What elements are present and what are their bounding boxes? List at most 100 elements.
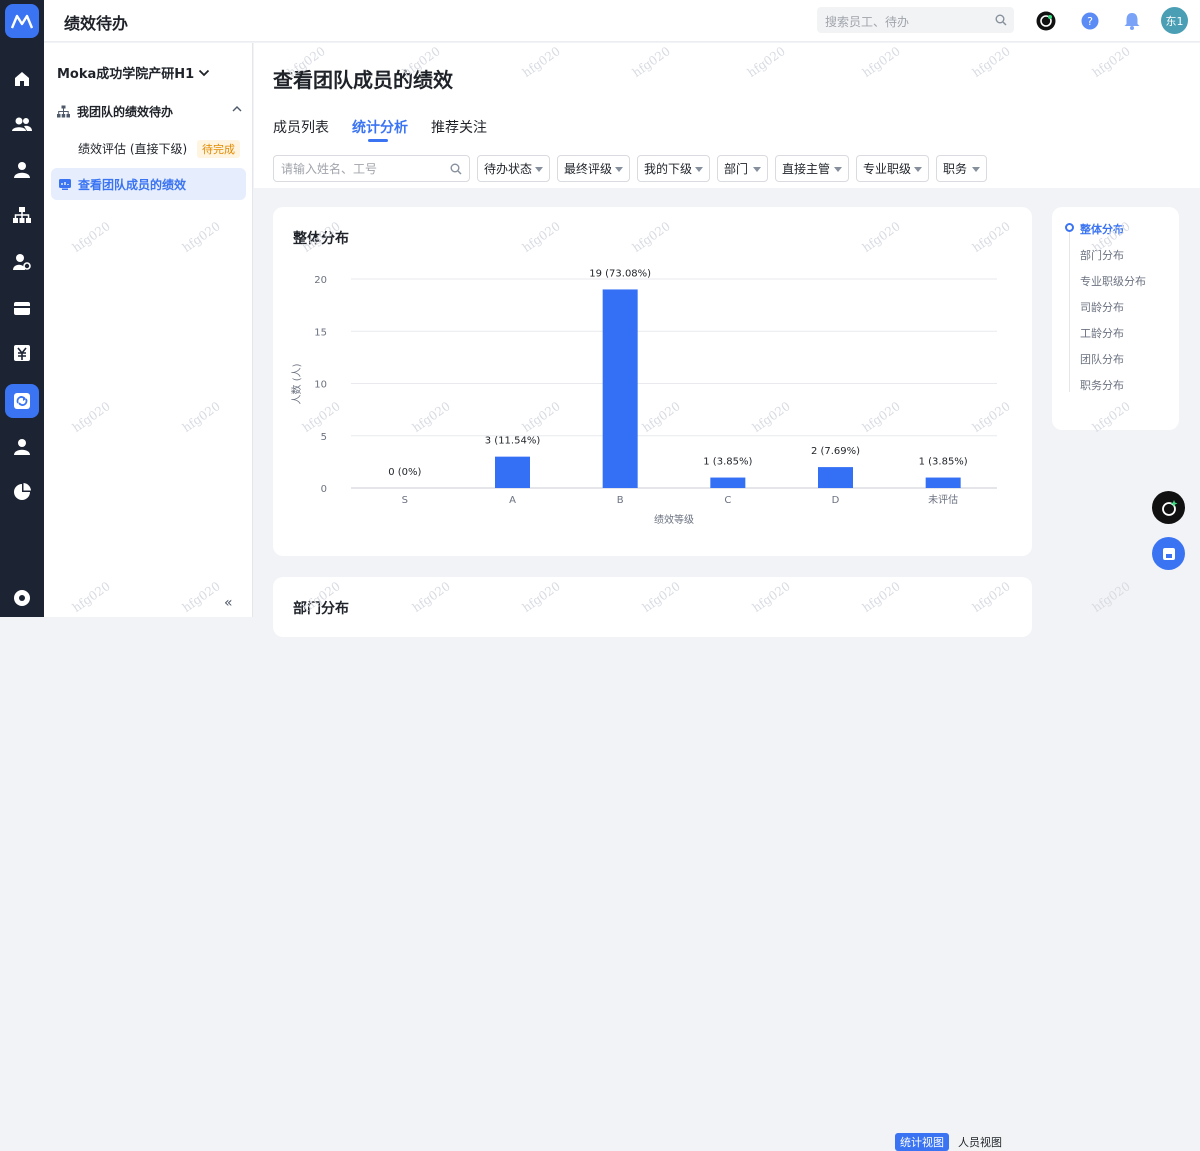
nav-item-overall[interactable]: 整体分布 [1080, 221, 1124, 237]
x-tick-label: D [832, 495, 840, 506]
ai-assistant-icon[interactable] [1036, 11, 1056, 31]
caret-down-icon [535, 167, 543, 172]
sidebar: Moka成功学院产研H1 我团队的绩效待办 绩效评估 (直接下级) 待完成 查看… [44, 43, 253, 617]
caret-down-icon [914, 167, 922, 172]
salary-icon[interactable] [10, 341, 34, 365]
performance-icon[interactable] [5, 384, 39, 418]
search-input[interactable]: 搜索员工、待办 [817, 7, 1014, 33]
org-selector[interactable]: Moka成功学院产研H1 [57, 63, 210, 82]
ai-sparkle-icon [1161, 499, 1177, 516]
person-icon[interactable] [10, 158, 34, 182]
caret-down-icon [972, 167, 980, 172]
caret-down-icon [615, 167, 623, 172]
caret-down-icon [834, 167, 842, 172]
bar [602, 289, 638, 488]
chevron-down-icon [199, 69, 210, 76]
org-tree-icon [57, 105, 70, 118]
page-header: 查看团队成员的绩效 成员列表 统计分析 推荐关注 待办状态 最终评级 我的下级 … [254, 43, 1200, 188]
nav-item-team[interactable]: 团队分布 [1080, 351, 1124, 367]
people-view-toggle[interactable]: 人员视图 [953, 1133, 1007, 1151]
moka-logo-icon[interactable] [5, 4, 39, 38]
stats-view-toggle[interactable]: 统计视图 [895, 1133, 949, 1151]
nav-item-department[interactable]: 部门分布 [1080, 247, 1124, 263]
calendar-icon[interactable] [10, 296, 34, 320]
sidebar-item-team-performance[interactable]: 查看团队成员的绩效 [51, 168, 246, 200]
sidebar-item-label: 查看团队成员的绩效 [78, 177, 187, 192]
org-name: Moka成功学院产研H1 [57, 67, 195, 82]
x-tick-label: C [724, 495, 731, 506]
sidebar-item-review-direct[interactable]: 绩效评估 (直接下级) [78, 140, 187, 157]
filter-label: 直接主管 [782, 162, 831, 176]
ai-assistant-button[interactable] [1152, 491, 1185, 524]
main-content: 查看团队成员的绩效 成员列表 统计分析 推荐关注 待办状态 最终评级 我的下级 … [254, 43, 1200, 1151]
section-nav: 整体分布 部门分布 专业职级分布 司龄分布 工龄分布 团队分布 职务分布 [1052, 207, 1179, 430]
y-tick-label: 15 [314, 327, 327, 338]
card-title: 部门分布 [293, 601, 349, 617]
nav-item-level[interactable]: 专业职级分布 [1080, 273, 1146, 289]
caret-down-icon [753, 167, 761, 172]
search-placeholder: 搜索员工、待办 [825, 15, 910, 29]
filter-professional-level[interactable]: 专业职级 [856, 155, 929, 182]
y-tick-label: 10 [314, 380, 327, 391]
help-icon[interactable]: ? [1080, 11, 1100, 31]
x-tick-label: A [509, 495, 516, 506]
avatar[interactable]: 东1 [1161, 7, 1188, 34]
nav-item-work-tenure[interactable]: 工龄分布 [1080, 325, 1124, 341]
department-distribution-card: 部门分布 统计视图 人员视图 [273, 577, 1032, 1151]
y-axis-label: 人数 (人) [290, 363, 303, 404]
name-search-field[interactable] [273, 155, 470, 182]
collapse-sidebar-icon[interactable]: « [224, 595, 233, 611]
filter-department[interactable]: 部门 [717, 155, 768, 182]
filter-label: 部门 [724, 162, 749, 176]
chevron-up-icon [232, 106, 242, 112]
pie-chart-icon[interactable] [10, 480, 34, 504]
overall-distribution-chart: 0 5 10 15 20 人数 (人) 0 (0%) S 3 (11.54%) A 19 (73.0… [290, 268, 997, 526]
tab-statistics[interactable]: 统计分析 [352, 117, 408, 137]
filter-position[interactable]: 职务 [936, 155, 987, 182]
tab-recommended[interactable]: 推荐关注 [431, 117, 487, 137]
bar-data-label: 2 (7.69%) [811, 446, 860, 457]
filter-label: 专业职级 [863, 162, 912, 176]
bar [818, 467, 853, 488]
bar-data-label: 1 (3.85%) [703, 457, 752, 468]
bar-data-label: 1 (3.85%) [919, 457, 968, 468]
user-icon[interactable] [10, 435, 34, 459]
sidebar-group-label: 我团队的绩效待办 [77, 105, 174, 119]
y-tick-label: 5 [321, 432, 327, 443]
settings-icon[interactable] [10, 586, 34, 610]
nav-track [1069, 232, 1070, 392]
overall-distribution-card: 整体分布 0 5 10 15 20 人数 (人) 0 (0%) S 3 (11.54%) A 19 … [273, 207, 1032, 556]
caret-down-icon [695, 167, 703, 172]
save-icon [1162, 547, 1175, 560]
svg-text:?: ? [1087, 15, 1093, 28]
app-title: 绩效待办 [64, 14, 129, 33]
person-settings-icon[interactable] [10, 250, 34, 274]
tab-member-list[interactable]: 成员列表 [273, 117, 329, 137]
status-badge: 待完成 [197, 140, 240, 158]
nav-item-position[interactable]: 职务分布 [1080, 377, 1124, 393]
org-chart-icon[interactable] [10, 203, 34, 227]
name-search-input[interactable] [274, 156, 444, 181]
search-icon [995, 14, 1007, 26]
bar [710, 477, 746, 488]
bar [925, 477, 961, 488]
filter-todo-status[interactable]: 待办状态 [477, 155, 550, 182]
team-icon[interactable] [10, 112, 34, 136]
x-tick-label: 未评估 [928, 493, 958, 506]
search-icon [450, 163, 462, 175]
filter-direct-manager[interactable]: 直接主管 [775, 155, 849, 182]
x-tick-label: S [402, 495, 408, 506]
filter-my-subordinates[interactable]: 我的下级 [637, 155, 710, 182]
chart-board-icon [59, 178, 71, 190]
notification-bell-icon[interactable] [1122, 11, 1142, 31]
bar-data-label: 19 (73.08%) [589, 268, 651, 279]
sidebar-group-team-tasks[interactable]: 我团队的绩效待办 [57, 103, 242, 120]
nav-item-company-tenure[interactable]: 司龄分布 [1080, 299, 1124, 315]
bar-data-label: 0 (0%) [388, 467, 421, 478]
filter-final-rating[interactable]: 最终评级 [557, 155, 630, 182]
save-button[interactable] [1152, 537, 1185, 570]
active-tab-indicator [368, 139, 388, 142]
nav-active-dot [1065, 223, 1074, 232]
home-icon[interactable] [10, 67, 34, 91]
y-tick-label: 20 [314, 275, 327, 286]
